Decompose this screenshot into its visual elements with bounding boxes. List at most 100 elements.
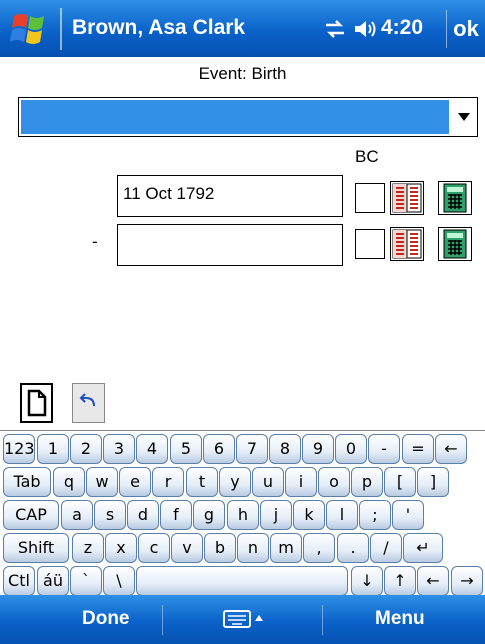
key[interactable]: - xyxy=(368,434,400,464)
key[interactable]: x xyxy=(105,533,137,563)
ok-button[interactable]: ok xyxy=(446,10,485,48)
key[interactable]: u xyxy=(252,467,284,497)
window-title: Brown, Asa Clark xyxy=(72,16,246,39)
key[interactable]: 4 xyxy=(136,434,168,464)
event-dropdown-value xyxy=(21,100,449,134)
done-button[interactable]: Done xyxy=(82,608,130,630)
volume-icon[interactable] xyxy=(352,17,378,41)
key[interactable]: c xyxy=(138,533,170,563)
key[interactable]: \ xyxy=(103,566,135,596)
key[interactable]: z xyxy=(72,533,104,563)
key[interactable]: a xyxy=(61,500,93,530)
key[interactable]: 6 xyxy=(203,434,235,464)
key[interactable]: [ xyxy=(384,467,416,497)
date-from-field[interactable]: 11 Oct 1792 xyxy=(117,175,343,217)
key[interactable]: Shift xyxy=(3,533,69,563)
calendar-icon xyxy=(392,229,422,259)
key[interactable]: = xyxy=(402,434,434,464)
softkey-separator xyxy=(162,605,163,635)
calculator-icon xyxy=(443,183,467,213)
key[interactable]: k xyxy=(293,500,325,530)
key[interactable]: n xyxy=(237,533,269,563)
key[interactable]: Ctl xyxy=(3,566,35,596)
key[interactable]: j xyxy=(260,500,292,530)
key[interactable]: w xyxy=(86,467,118,497)
key[interactable]: m xyxy=(270,533,302,563)
bc-label: BC xyxy=(355,147,379,166)
key[interactable]: p xyxy=(351,467,383,497)
key[interactable]: ← xyxy=(435,434,467,464)
key[interactable]: o xyxy=(318,467,350,497)
title-bar: Brown, Asa Clark 4:20 ok xyxy=(0,0,485,57)
key[interactable]: i xyxy=(285,467,317,497)
key[interactable]: CAP xyxy=(3,500,59,530)
key[interactable]: s xyxy=(94,500,126,530)
key[interactable]: d xyxy=(127,500,159,530)
key[interactable]: / xyxy=(370,533,402,563)
new-document-button[interactable] xyxy=(20,383,53,423)
clock[interactable]: 4:20 xyxy=(381,16,423,40)
key[interactable]: ↓ xyxy=(351,566,383,596)
calendar-button-to[interactable] xyxy=(390,227,424,261)
key[interactable]: h xyxy=(227,500,259,530)
event-dropdown[interactable] xyxy=(18,97,478,137)
key[interactable]: . xyxy=(337,533,369,563)
new-document-icon xyxy=(27,389,47,417)
key[interactable]: ; xyxy=(359,500,391,530)
softkey-bar: Done Menu xyxy=(0,595,485,644)
key[interactable]: ↑ xyxy=(384,566,416,596)
key[interactable]: b xyxy=(204,533,236,563)
key[interactable]: 0 xyxy=(335,434,367,464)
keyboard-row: Tab q w e r t y u i o p[] xyxy=(0,467,485,500)
key[interactable]: q xyxy=(53,467,85,497)
menu-button[interactable]: Menu xyxy=(375,608,425,630)
key[interactable]: ] xyxy=(417,467,449,497)
key[interactable]: 2 xyxy=(70,434,102,464)
key[interactable]: ` xyxy=(70,566,102,596)
key[interactable]: ' xyxy=(392,500,424,530)
keyboard-icon xyxy=(223,610,251,628)
key[interactable]: r xyxy=(152,467,184,497)
key[interactable]: e xyxy=(119,467,151,497)
bc-checkbox-from[interactable] xyxy=(355,183,385,213)
up-arrow-icon xyxy=(255,615,263,621)
key[interactable]: , xyxy=(303,533,335,563)
calculator-icon xyxy=(443,229,467,259)
soft-keyboard: 123 1 2 3 4 5 6 7 8 9 0- = ← Tab q w e r t y u i o p[] CAP a s d f g h… xyxy=(0,430,485,596)
key[interactable]: ← xyxy=(417,566,449,596)
windows-start-icon[interactable] xyxy=(6,10,56,50)
key-space[interactable] xyxy=(136,566,348,596)
key[interactable]: 8 xyxy=(269,434,301,464)
title-separator xyxy=(60,8,62,50)
key[interactable]: 123 xyxy=(3,434,35,464)
key[interactable]: Tab xyxy=(3,467,51,497)
key[interactable]: g xyxy=(193,500,225,530)
key[interactable]: t xyxy=(186,467,218,497)
calendar-button-from[interactable] xyxy=(390,181,424,215)
undo-icon xyxy=(79,393,95,407)
undo-button[interactable] xyxy=(72,383,105,423)
key[interactable]: → xyxy=(451,566,483,596)
bc-checkbox-to[interactable] xyxy=(355,229,385,259)
calculator-button-to[interactable] xyxy=(438,227,472,261)
input-panel-button[interactable] xyxy=(222,607,266,631)
softkey-separator xyxy=(322,605,323,635)
key[interactable]: 3 xyxy=(103,434,135,464)
key[interactable]: 7 xyxy=(236,434,268,464)
chevron-down-icon[interactable] xyxy=(458,113,470,121)
key[interactable]: f xyxy=(160,500,192,530)
calendar-icon xyxy=(392,183,422,213)
key[interactable]: v xyxy=(171,533,203,563)
key[interactable]: l xyxy=(326,500,358,530)
connectivity-icon[interactable] xyxy=(322,17,348,41)
key[interactable]: 5 xyxy=(170,434,202,464)
key[interactable]: 1 xyxy=(37,434,69,464)
key[interactable]: y xyxy=(219,467,251,497)
keyboard-row: CAP a s d f g h j k l; ' xyxy=(0,500,485,533)
calculator-button-from[interactable] xyxy=(438,181,472,215)
keyboard-row: Shift z x c v b n m,. / ↵ xyxy=(0,533,485,566)
key[interactable]: áü xyxy=(37,566,69,596)
key[interactable]: 9 xyxy=(302,434,334,464)
date-to-field[interactable] xyxy=(117,224,343,266)
key[interactable]: ↵ xyxy=(403,533,443,563)
